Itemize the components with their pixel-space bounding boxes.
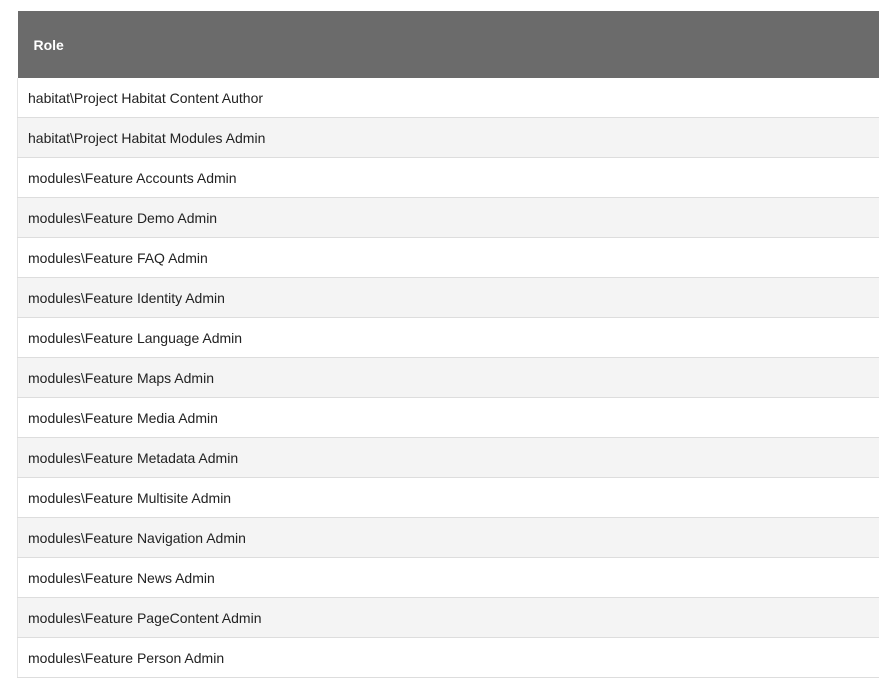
role-cell[interactable]: modules\Feature Accounts Admin (17, 157, 879, 198)
column-header-role[interactable]: Role (17, 11, 879, 78)
role-cell[interactable]: modules\Feature Language Admin (17, 317, 879, 358)
role-cell[interactable]: modules\Feature Media Admin (17, 397, 879, 438)
table-row[interactable]: modules\Feature Metadata Admin (17, 437, 879, 478)
table-row[interactable]: modules\Feature Maps Admin (17, 357, 879, 398)
table-body: habitat\Project Habitat Content Author h… (17, 78, 879, 678)
table-row[interactable]: modules\Feature PageContent Admin (17, 597, 879, 638)
table-row[interactable]: habitat\Project Habitat Content Author (17, 78, 879, 118)
role-cell[interactable]: modules\Feature Person Admin (17, 637, 879, 678)
role-cell[interactable]: habitat\Project Habitat Modules Admin (17, 117, 879, 158)
table-header: Role (17, 11, 879, 78)
table-row[interactable]: modules\Feature Demo Admin (17, 197, 879, 238)
role-cell[interactable]: modules\Feature Identity Admin (17, 277, 879, 318)
table-row[interactable]: modules\Feature FAQ Admin (17, 237, 879, 278)
table-row[interactable]: modules\Feature Identity Admin (17, 277, 879, 318)
table-row[interactable]: modules\Feature Media Admin (17, 397, 879, 438)
roles-table: Role habitat\Project Habitat Content Aut… (17, 11, 879, 678)
role-cell[interactable]: modules\Feature Maps Admin (17, 357, 879, 398)
table-row[interactable]: habitat\Project Habitat Modules Admin (17, 117, 879, 158)
table-row[interactable]: modules\Feature News Admin (17, 557, 879, 598)
role-cell[interactable]: modules\Feature Multisite Admin (17, 477, 879, 518)
role-cell[interactable]: modules\Feature Demo Admin (17, 197, 879, 238)
table-row[interactable]: modules\Feature Language Admin (17, 317, 879, 358)
role-cell[interactable]: modules\Feature FAQ Admin (17, 237, 879, 278)
role-cell[interactable]: modules\Feature PageContent Admin (17, 597, 879, 638)
table-row[interactable]: modules\Feature Multisite Admin (17, 477, 879, 518)
table-row[interactable]: modules\Feature Navigation Admin (17, 517, 879, 558)
role-cell[interactable]: modules\Feature News Admin (17, 557, 879, 598)
role-cell[interactable]: modules\Feature Navigation Admin (17, 517, 879, 558)
role-cell[interactable]: habitat\Project Habitat Content Author (17, 78, 879, 118)
table-row[interactable]: modules\Feature Person Admin (17, 637, 879, 678)
role-cell[interactable]: modules\Feature Metadata Admin (17, 437, 879, 478)
header-row: Role (17, 11, 879, 78)
table-row[interactable]: modules\Feature Accounts Admin (17, 157, 879, 198)
roles-table-container: Role habitat\Project Habitat Content Aut… (17, 11, 879, 678)
